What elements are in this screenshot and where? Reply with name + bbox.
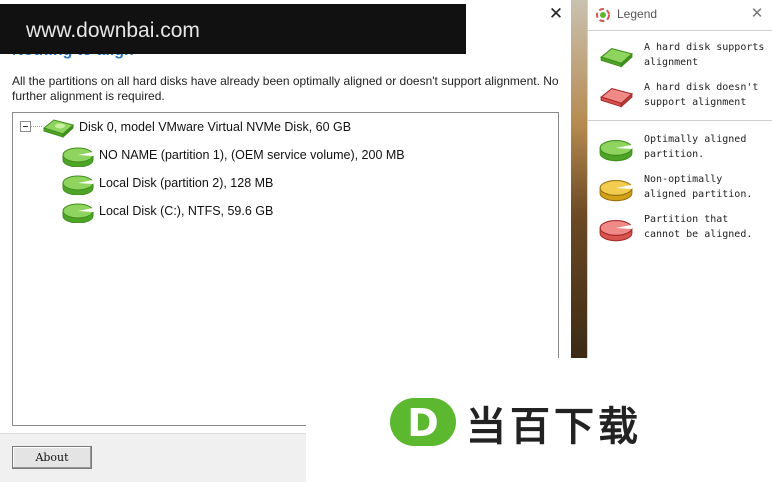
legend-app-icon <box>596 8 610 22</box>
legend-item-text: A hard disk supports alignment <box>644 42 765 68</box>
partition-red-icon <box>599 220 633 242</box>
tree-row-label: Local Disk (C:), NTFS, 59.6 GB <box>99 204 274 218</box>
legend-item: A hard disk supports alignment <box>598 40 770 74</box>
legend-item: Non-optimally aligned partition. <box>598 172 770 206</box>
tree-row-partition[interactable]: Local Disk (partition 2), 128 MB <box>61 171 273 195</box>
legend-header: Legend ✕ <box>588 0 772 28</box>
disk-supports-icon <box>600 48 633 68</box>
divider <box>588 120 772 121</box>
tree-row-partition[interactable]: Local Disk (C:), NTFS, 59.6 GB <box>61 199 273 223</box>
disk-unsupported-icon <box>600 88 633 108</box>
divider <box>588 30 772 31</box>
logo-text: 当百下载 <box>466 404 642 450</box>
legend-item-text: Non-optimally aligned partition. <box>644 174 753 200</box>
partition-green-icon <box>599 140 633 162</box>
close-icon[interactable]: ✕ <box>545 4 567 26</box>
tree-row-label: NO NAME (partition 1), (OEM service volu… <box>99 148 405 162</box>
tree-row-partition[interactable]: NO NAME (partition 1), (OEM service volu… <box>61 143 405 167</box>
tree-row-disk[interactable]: Disk 0, model VMware Virtual NVMe Disk, … <box>41 115 351 139</box>
close-icon[interactable]: ✕ <box>748 4 766 22</box>
legend-item: Partition that cannot be aligned. <box>598 212 770 246</box>
watermark-url: www.downbai.com <box>26 19 200 42</box>
watermark-logo: D 当百下载 <box>306 358 772 481</box>
tree-row-label: Disk 0, model VMware Virtual NVMe Disk, … <box>79 120 352 134</box>
about-button[interactable]: About <box>12 446 92 469</box>
legend-item-text: Partition that cannot be aligned. <box>644 214 753 240</box>
tree-row-label: Local Disk (partition 2), 128 MB <box>99 176 274 190</box>
legend-item-text: Optimally aligned partition. <box>644 134 747 160</box>
hard-disk-icon <box>42 119 75 139</box>
legend-title: Legend <box>617 7 658 21</box>
desktop-background <box>571 0 587 358</box>
logo-icon: D <box>390 398 456 446</box>
legend-item: Optimally aligned partition. <box>598 132 770 166</box>
partition-yellow-icon <box>599 180 633 202</box>
legend-item-text: A hard disk doesn't support alignment <box>644 82 759 108</box>
partition-green-icon <box>62 147 94 167</box>
watermark-banner: www.downbai.com <box>0 4 466 54</box>
legend-item: A hard disk doesn't support alignment <box>598 80 770 114</box>
partition-green-icon <box>62 203 94 223</box>
description-text: All the partitions on all hard disks hav… <box>12 74 559 103</box>
logo-letter: D <box>407 401 439 445</box>
partition-green-icon <box>62 175 94 195</box>
